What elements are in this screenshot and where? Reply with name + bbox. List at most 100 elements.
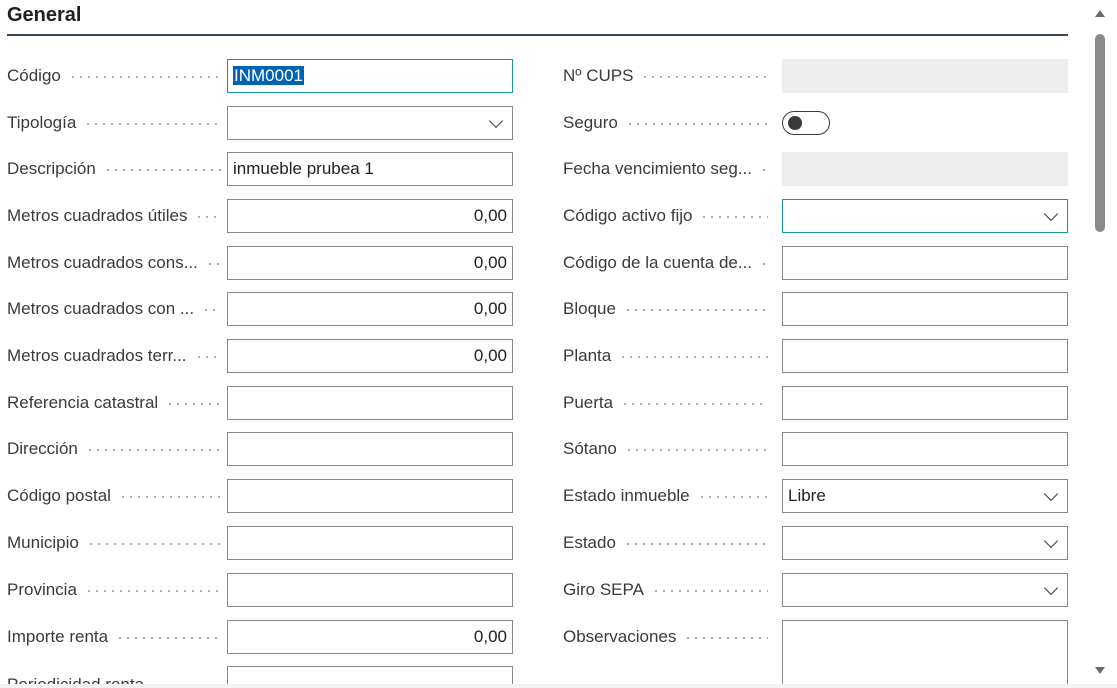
field-label: Observaciones — [563, 620, 768, 654]
label-codigo-cuenta: Código de la cuenta de... — [563, 246, 761, 280]
section-title[interactable]: General — [7, 4, 81, 27]
codigo-activo-fijo-select[interactable] — [782, 199, 1068, 233]
field-metros-utiles: Metros cuadrados útiles 0,00 — [7, 199, 513, 233]
scroll-down-arrow-icon[interactable] — [1095, 667, 1105, 674]
vertical-scrollbar[interactable] — [1092, 0, 1108, 688]
chevron-down-icon[interactable] — [1043, 580, 1059, 596]
referencia-catastral-input[interactable] — [227, 386, 513, 420]
municipio-input[interactable] — [227, 526, 513, 560]
estado-inmueble-select[interactable]: Libre — [782, 479, 1068, 513]
field-codigo-cuenta: Código de la cuenta de... — [563, 246, 1068, 280]
label-metros-construidos: Metros cuadrados cons... — [7, 246, 206, 280]
field-codigo-activo-fijo: Código activo fijo — [563, 199, 1068, 233]
field-giro-sepa: Giro SEPA — [563, 573, 1068, 607]
field-label: Estado — [563, 526, 768, 560]
label-codigo: Código — [7, 59, 69, 93]
direccion-input[interactable] — [227, 432, 513, 466]
field-codigo: Código INM0001 — [7, 59, 513, 93]
metros-utiles-input[interactable]: 0,00 — [227, 199, 513, 233]
field-descripcion: Descripción inmueble prubea 1 — [7, 152, 513, 186]
field-label: Importe renta — [7, 620, 221, 654]
label-seguro: Seguro — [563, 106, 626, 140]
label-leader-dots — [623, 543, 768, 545]
field-label: Código postal — [7, 479, 221, 513]
codigo-postal-input[interactable] — [227, 479, 513, 513]
label-leader-dots — [85, 449, 221, 451]
label-leader-dots — [697, 496, 768, 498]
field-label: Planta — [563, 339, 768, 373]
field-observaciones: Observaciones — [563, 620, 1068, 686]
field-label: Periodicidad renta — [7, 668, 221, 684]
codigo-value: INM0001 — [233, 66, 304, 85]
label-municipio: Municipio — [7, 526, 87, 560]
field-label: Referencia catastral — [7, 386, 221, 420]
section-header[interactable]: General — [7, 0, 1068, 36]
field-direccion: Dirección — [7, 432, 513, 466]
estado-select[interactable] — [782, 526, 1068, 560]
label-metros-terreno: Metros cuadrados terr... — [7, 339, 195, 373]
field-sotano: Sótano — [563, 432, 1068, 466]
label-leader-dots — [195, 216, 221, 218]
field-provincia: Provincia — [7, 573, 513, 607]
metros-terreno-input[interactable]: 0,00 — [227, 339, 513, 373]
field-importe-renta: Importe renta 0,00 — [7, 620, 513, 654]
sotano-input[interactable] — [782, 432, 1068, 466]
chevron-down-icon[interactable] — [1043, 206, 1059, 222]
chevron-down-icon[interactable] — [1043, 486, 1059, 502]
scroll-up-arrow-icon[interactable] — [1095, 10, 1105, 17]
field-metros-terreno: Metros cuadrados terr... 0,00 — [7, 339, 513, 373]
tipologia-select[interactable] — [227, 106, 513, 140]
label-leader-dots — [760, 263, 768, 265]
label-codigo-postal: Código postal — [7, 479, 119, 513]
field-tipologia: Tipología — [7, 106, 513, 140]
metros-construidos-input[interactable]: 0,00 — [227, 246, 513, 280]
chevron-down-icon[interactable] — [1043, 533, 1059, 549]
codigo-input[interactable]: INM0001 — [227, 59, 513, 93]
field-periodicidad-renta: Periodicidad renta — [7, 666, 513, 684]
bloque-input[interactable] — [782, 292, 1068, 326]
label-leader-dots — [623, 309, 768, 311]
field-puerta: Puerta — [563, 386, 1068, 420]
label-observaciones: Observaciones — [563, 620, 685, 654]
field-label: Giro SEPA — [563, 573, 768, 607]
periodicidad-renta-input[interactable] — [227, 666, 513, 684]
label-fecha-vencimiento: Fecha vencimiento seg... — [563, 152, 760, 186]
provincia-input[interactable] — [227, 573, 513, 607]
importe-renta-input[interactable]: 0,00 — [227, 620, 513, 654]
label-importe-renta: Importe renta — [7, 620, 117, 654]
field-bloque: Bloque — [563, 292, 1068, 326]
label-metros-con: Metros cuadrados con ... — [7, 292, 203, 326]
label-periodicidad-renta: Periodicidad renta — [7, 668, 153, 684]
field-label: Seguro — [563, 106, 768, 140]
label-descripcion: Descripción — [7, 152, 104, 186]
field-label: Estado inmueble — [563, 479, 768, 513]
label-leader-dots — [202, 309, 221, 311]
label-planta: Planta — [563, 339, 620, 373]
label-leader-dots — [759, 169, 768, 171]
descripcion-input[interactable]: inmueble prubea 1 — [227, 152, 513, 186]
field-estado-inmueble: Estado inmueble Libre — [563, 479, 1068, 513]
field-metros-construidos: Metros cuadrados cons... 0,00 — [7, 246, 513, 280]
scroll-thumb[interactable] — [1095, 34, 1105, 232]
planta-input[interactable] — [782, 339, 1068, 373]
puerta-input[interactable] — [782, 386, 1068, 420]
field-label: Metros cuadrados cons... — [7, 246, 221, 280]
field-codigo-postal: Código postal — [7, 479, 513, 513]
label-leader-dots — [684, 637, 768, 639]
seguro-toggle[interactable] — [782, 111, 830, 135]
chevron-down-icon[interactable] — [488, 113, 504, 129]
giro-sepa-select[interactable] — [782, 573, 1068, 607]
codigo-cuenta-input[interactable] — [782, 246, 1068, 280]
label-cups: Nº CUPS — [563, 59, 642, 93]
metros-con-input[interactable]: 0,00 — [227, 292, 513, 326]
field-cups: Nº CUPS — [563, 59, 1068, 93]
observaciones-textarea[interactable] — [782, 620, 1068, 686]
label-leader-dots — [118, 496, 221, 498]
fecha-vencimiento-input — [782, 152, 1068, 186]
field-label: Sótano — [563, 432, 768, 466]
label-leader-dots — [194, 356, 221, 358]
label-leader-dots — [621, 403, 768, 405]
label-leader-dots — [84, 590, 221, 592]
label-sotano: Sótano — [563, 432, 625, 466]
label-leader-dots — [625, 123, 768, 125]
